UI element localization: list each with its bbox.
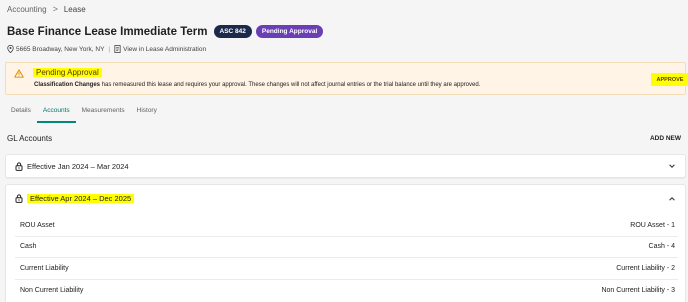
lease-address: 5665 Broadway, New York, NY [16,45,105,53]
period-panel-jan-mar-2024[interactable]: Effective Jan 2024 – Mar 2024 [5,154,686,178]
account-name: Cash [20,243,37,251]
meta-separator: | [108,45,111,53]
gl-account-row[interactable]: Non Current Liability Non Current Liabil… [15,280,678,302]
pending-approval-alert: Pending Approval Classification Changes … [5,62,688,95]
breadcrumb-separator: > [52,4,58,14]
account-value: Cash - 4 [648,243,675,251]
chevron-up-icon[interactable] [668,195,676,203]
tab-measurements[interactable]: Measurements [76,103,131,123]
view-in-lease-admin-link[interactable]: View in Lease Administration [123,46,206,53]
period-label: Effective Apr 2024 – Dec 2025 [27,194,135,203]
gl-account-row[interactable]: ROU Asset ROU Asset - 1 [15,215,678,237]
account-value: ROU Asset - 1 [630,221,675,229]
account-value: Current Liability - 2 [616,264,675,272]
gl-account-row[interactable]: Cash Cash - 4 [15,237,678,258]
breadcrumb: Accounting > Lease [7,4,86,14]
account-name: Current Liability [20,264,69,272]
warning-icon [14,69,24,78]
lock-icon [15,162,23,171]
breadcrumb-lease: Lease [63,4,86,14]
chevron-down-icon[interactable] [668,162,676,170]
add-new-button[interactable]: ADD NEW [650,135,681,142]
account-name: Non Current Liability [20,286,84,294]
lease-meta: 5665 Broadway, New York, NY | View in Le… [7,45,206,53]
alert-desc-rest: has remeasured this lease and requires y… [100,82,481,88]
period-panel-apr-2024-dec-2025: Effective Apr 2024 – Dec 2025 ROU Asset … [5,184,686,302]
gl-account-row[interactable]: Current Liability Current Liability - 2 [15,258,678,280]
period-label: Effective Jan 2024 – Mar 2024 [27,162,129,171]
location-pin-icon [7,45,14,53]
tab-history[interactable]: History [131,103,163,123]
lock-icon [15,194,23,203]
document-icon [114,45,121,53]
account-name: ROU Asset [20,221,55,229]
approve-button[interactable]: APPROVE [651,73,688,86]
alert-desc-bold: Classification Changes [34,82,101,88]
gl-account-list: ROU Asset ROU Asset - 1 Cash Cash - 4 Cu… [15,215,678,301]
asc-badge: ASC 842 [213,25,252,38]
tab-accounts[interactable]: Accounts [36,103,76,123]
tab-details[interactable]: Details [5,103,37,123]
tab-bar: Details Accounts Measurements History [5,103,163,123]
page-title: Base Finance Lease Immediate Term [7,25,208,38]
alert-title: Pending Approval [33,68,102,77]
period-header[interactable]: Effective Apr 2024 – Dec 2025 [15,194,135,203]
gl-accounts-title: GL Accounts [7,134,53,143]
alert-description: Classification Changes has remeasured th… [34,82,480,88]
title-row: Base Finance Lease Immediate Term ASC 84… [7,25,327,38]
account-value: Non Current Liability - 3 [601,286,675,294]
breadcrumb-accounting[interactable]: Accounting [7,5,47,14]
period-header: Effective Jan 2024 – Mar 2024 [15,162,129,171]
status-badge: Pending Approval [255,25,324,38]
